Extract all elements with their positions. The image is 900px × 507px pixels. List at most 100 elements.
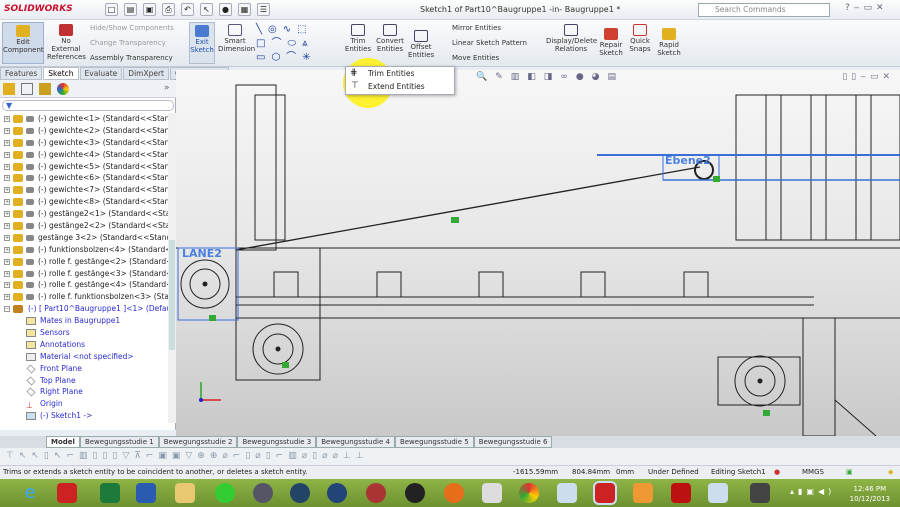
tree-item[interactable]: + (-) rolle f. funktionsbolzen<3> (Stand: [0, 291, 168, 303]
file-explorer-icon[interactable]: [175, 483, 195, 503]
internet-explorer-icon[interactable]: e: [20, 483, 40, 503]
tree-item-right-plane[interactable]: Right Plane: [0, 386, 168, 398]
new-icon[interactable]: □: [105, 3, 118, 16]
display-delete-relations-button[interactable]: Display/Delete Relations: [546, 22, 597, 53]
convert-entities-button[interactable]: Convert Entities: [374, 22, 406, 53]
tree-scrollbar-thumb[interactable]: [169, 240, 175, 350]
rebuild-indicator-icon[interactable]: ●: [774, 466, 780, 479]
window-controls[interactable]: ?‒▭✕: [845, 3, 888, 13]
tree-item-origin[interactable]: ⊥ Origin: [0, 398, 168, 410]
collapse-icon[interactable]: −: [4, 306, 10, 313]
chrome-icon[interactable]: [519, 483, 539, 503]
tab-model[interactable]: Model: [46, 436, 80, 448]
rapid-sketch-button[interactable]: Rapid Sketch: [656, 26, 682, 57]
tree-filter[interactable]: ▼: [2, 100, 174, 111]
appearance-icon[interactable]: [57, 83, 69, 95]
clock[interactable]: 12:46 PM 10/12/2013: [850, 484, 890, 504]
undo-icon[interactable]: ↶: [181, 3, 194, 16]
expand-panel-icon[interactable]: »: [164, 83, 170, 93]
app-icon[interactable]: [253, 483, 273, 503]
unit-system[interactable]: MMGS: [802, 466, 824, 479]
assembly-transparency-button[interactable]: Assembly Transparency: [90, 54, 173, 62]
save-icon[interactable]: ▣: [143, 3, 156, 16]
sketch-tools-grid[interactable]: ╲◎∿⬚ □⌒⬭⩓ ▭⬡⌒✳: [256, 23, 341, 65]
tab-dimxpert[interactable]: DimXpert: [123, 67, 169, 80]
excel-icon[interactable]: [100, 483, 120, 503]
tree-item-part[interactable]: − (-) [ Part10^Baugruppe1 ]<1> (Default<: [0, 303, 168, 315]
tree-item[interactable]: + (-) gewichte<2> (Standard<<Standa: [0, 125, 168, 137]
sticky-notes-icon[interactable]: [482, 483, 502, 503]
tree-item[interactable]: + (-) funktionsbolzen<4> (Standard<<: [0, 244, 168, 256]
file-properties-icon[interactable]: ▦: [238, 3, 251, 16]
expand-icon[interactable]: +: [4, 175, 10, 182]
expand-icon[interactable]: +: [4, 199, 10, 206]
expand-icon[interactable]: +: [4, 223, 10, 230]
app-icon[interactable]: [708, 483, 728, 503]
solidworks-taskbar-icon[interactable]: [57, 483, 77, 503]
app-icon[interactable]: [327, 483, 347, 503]
tab-features[interactable]: Features: [0, 67, 43, 80]
quick-snaps-button[interactable]: Quick Snaps: [628, 22, 652, 53]
expand-icon[interactable]: +: [4, 139, 10, 146]
property-manager-icon[interactable]: [21, 83, 33, 95]
expand-icon[interactable]: +: [4, 151, 10, 158]
expand-icon[interactable]: +: [4, 270, 10, 277]
tab-motion-study-4[interactable]: Bewegungsstudie 4: [316, 436, 395, 448]
tree-item[interactable]: + (-) gewichte<8> (Standard<<Standa: [0, 196, 168, 208]
offset-entities-button[interactable]: Offset Entities: [408, 28, 434, 59]
menu-item-extend-entities[interactable]: ⊤ Extend Entities: [346, 81, 454, 93]
expand-icon[interactable]: +: [4, 116, 10, 122]
media-icon[interactable]: [290, 483, 310, 503]
open-icon[interactable]: ▤: [124, 3, 137, 16]
linear-sketch-pattern-button[interactable]: Linear Sketch Pattern: [452, 39, 527, 47]
itunes-icon[interactable]: [405, 483, 425, 503]
expand-icon[interactable]: +: [4, 234, 10, 241]
search-commands-input[interactable]: Search Commands: [698, 3, 830, 17]
exit-sketch-button[interactable]: Exit Sketch: [189, 22, 215, 64]
tab-motion-study-5[interactable]: Bewegungsstudie 5: [394, 436, 474, 448]
tree-item-top-plane[interactable]: Top Plane: [0, 375, 168, 387]
solidworks-active-icon[interactable]: [593, 481, 617, 505]
rebuild-icon[interactable]: ●: [219, 3, 232, 16]
print-icon[interactable]: ⎙: [162, 3, 175, 16]
tree-item-front-plane[interactable]: Front Plane: [0, 363, 168, 375]
trim-entities-button[interactable]: Trim Entities: [344, 22, 372, 53]
expand-icon[interactable]: +: [4, 127, 10, 134]
change-transparency-button[interactable]: Change Transparency: [90, 39, 166, 47]
expand-icon[interactable]: +: [4, 211, 10, 218]
expand-icon[interactable]: +: [4, 187, 10, 194]
expand-icon[interactable]: +: [4, 163, 10, 170]
tree-item[interactable]: + (-) rolle f. gestänge<2> (Standard<<: [0, 256, 168, 268]
media-player-icon[interactable]: [633, 483, 653, 503]
edit-component-button[interactable]: Edit Component: [2, 22, 44, 64]
adobe-reader-icon[interactable]: [671, 483, 691, 503]
tree-item[interactable]: + (-) gewichte<1> (Standard<<Standa: [0, 113, 168, 125]
app-icon[interactable]: [215, 483, 235, 503]
expand-icon[interactable]: +: [4, 258, 10, 265]
system-tray-icons[interactable]: ▴▮▣◀): [790, 487, 835, 496]
menu-item-trim-entities[interactable]: ⋕ Trim Entities: [346, 68, 454, 80]
no-external-references-button[interactable]: No External References: [47, 22, 86, 61]
hide-show-components-button[interactable]: Hide/Show Components: [90, 24, 174, 32]
repair-sketch-button[interactable]: Repair Sketch: [599, 26, 623, 57]
word-icon[interactable]: [136, 483, 156, 503]
mirror-entities-button[interactable]: Mirror Entities: [452, 24, 501, 32]
tree-item[interactable]: + (-) gewichte<5> (Standard<<Standa: [0, 161, 168, 173]
configuration-manager-icon[interactable]: [39, 83, 51, 95]
app-icon[interactable]: [366, 483, 386, 503]
notification-icon[interactable]: ◆: [888, 466, 893, 479]
tree-item[interactable]: + (-) gestänge2<2> (Standard<<Stand: [0, 220, 168, 232]
tree-item-sensors[interactable]: Sensors: [0, 327, 168, 339]
tree-item-material[interactable]: Material <not specified>: [0, 351, 168, 363]
help-icon[interactable]: ▣: [846, 466, 853, 479]
tab-motion-study-6[interactable]: Bewegungsstudie 6: [473, 436, 553, 448]
expand-icon[interactable]: +: [4, 282, 10, 289]
feature-manager-icon[interactable]: [3, 83, 15, 95]
tree-item[interactable]: + (-) gestänge2<1> (Standard<<Stand: [0, 208, 168, 220]
smart-dimension-button[interactable]: Smart Dimension: [218, 22, 255, 53]
tab-evaluate[interactable]: Evaluate: [79, 67, 123, 80]
options-icon[interactable]: ☰: [257, 3, 270, 16]
app-icon[interactable]: [750, 483, 770, 503]
tree-item[interactable]: + (-) gewichte<7> (Standard<<Standa: [0, 184, 168, 196]
tree-item-mates[interactable]: Mates in Baugruppe1: [0, 315, 168, 327]
